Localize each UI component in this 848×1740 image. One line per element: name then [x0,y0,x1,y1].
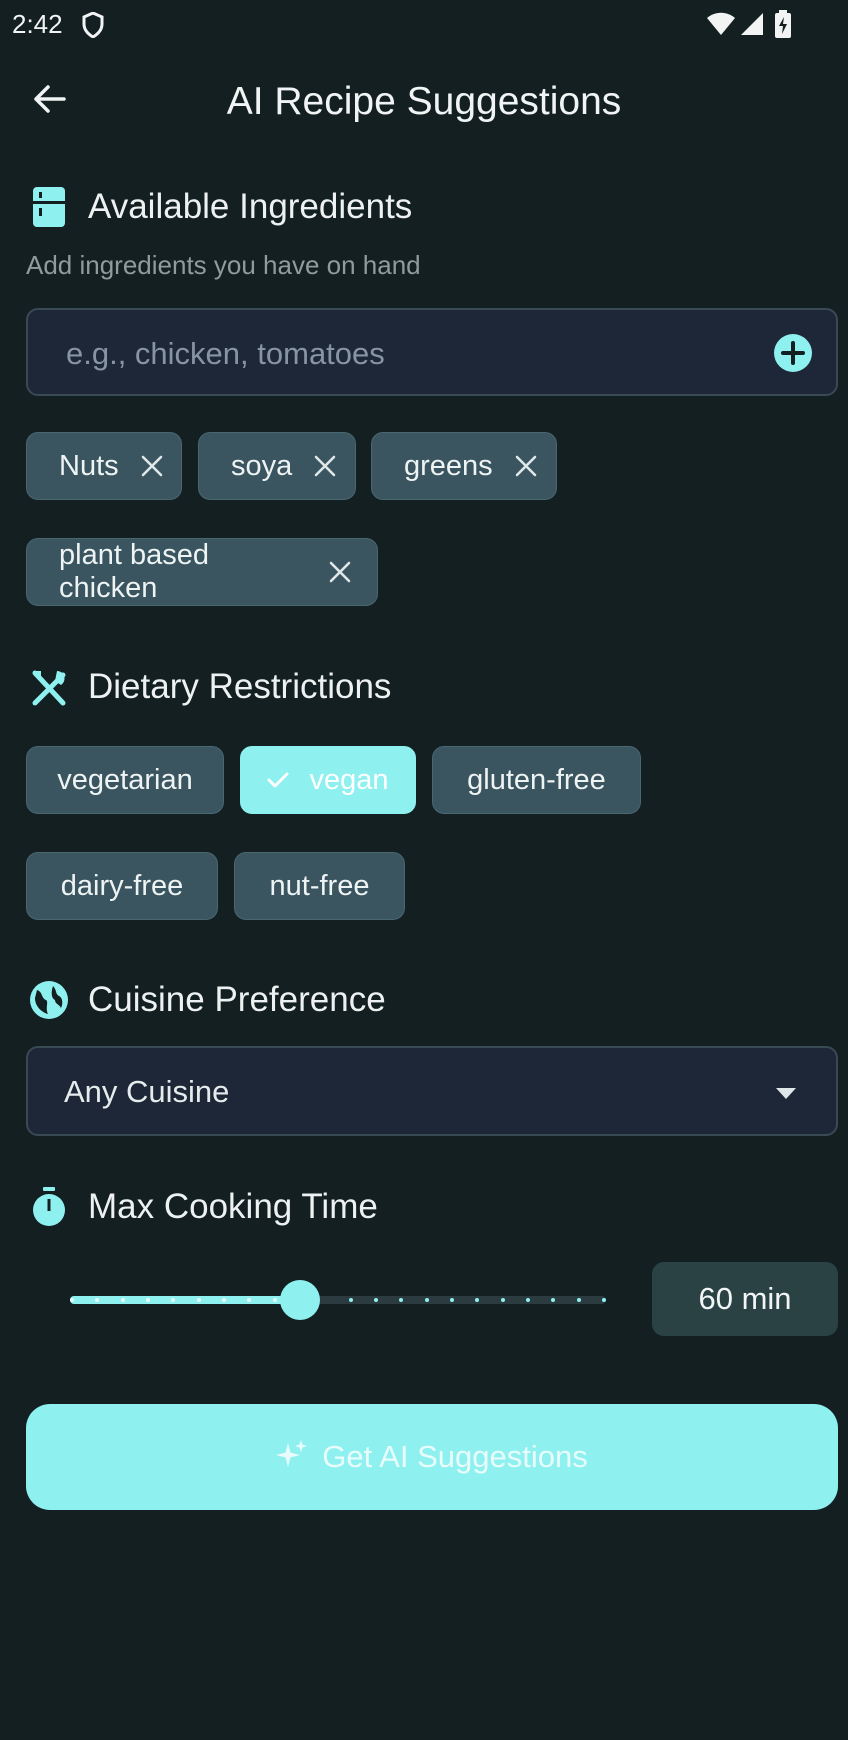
slider-tick [602,1298,606,1302]
ingredient-chip-label: soya [231,449,293,482]
slider-tick [95,1298,99,1302]
dietary-chip-vegan[interactable]: vegan [240,746,416,814]
dietary-chip-label: vegetarian [57,763,193,796]
dropdown-arrow-icon [776,1086,796,1104]
status-time: 2:42 [12,9,63,39]
ingredient-chip-label: plant based chicken [59,539,209,604]
sparkle-icon [276,1439,308,1476]
page-title: AI Recipe Suggestions [226,80,622,123]
cooking-time-section-header: Max Cooking Time [26,1184,378,1230]
globe-icon [26,977,72,1023]
dietary-chip-gluten-free[interactable]: gluten-free [432,746,641,814]
cooking-time-slider[interactable] [70,1280,610,1320]
add-circle-icon [774,341,812,376]
slider-tick [526,1298,530,1302]
slider-tick [121,1298,125,1302]
slider-tick [551,1298,555,1302]
battery-charging-icon [774,10,792,43]
fridge-icon [26,184,72,230]
slider-tick [222,1298,226,1302]
dietary-title: Dietary Restrictions [88,667,392,706]
ingredients-section-header: Available Ingredients [26,184,412,230]
slider-tick [70,1298,74,1302]
ingredient-chip: soya [198,432,356,500]
slider-tick [450,1298,454,1302]
dietary-chip-dairy-free[interactable]: dairy-free [26,852,218,920]
slider-tick [399,1298,403,1302]
wifi-icon [706,12,736,41]
remove-ingredient-close-icon[interactable] [515,453,537,479]
slider-tick [577,1298,581,1302]
add-ingredient-button[interactable] [774,334,812,372]
dietary-chip-label: dairy-free [60,869,184,902]
ingredient-chip: Nuts [26,432,182,500]
slider-tick [247,1298,251,1302]
remove-ingredient-close-icon[interactable] [314,453,336,479]
slider-tick [197,1298,201,1302]
timer-icon [26,1184,72,1230]
slider-tick [501,1298,505,1302]
cuisine-dropdown[interactable]: Any Cuisine [26,1046,838,1136]
slider-tick [425,1298,429,1302]
slider-tick [374,1298,378,1302]
slider-tick [475,1298,479,1302]
slider-tick [171,1298,175,1302]
ingredient-input[interactable] [64,330,728,378]
dietary-chip-label: gluten-free [467,763,606,796]
dietary-chip-label: nut-free [269,869,370,902]
status-bar: 2:42 [0,0,848,50]
dietary-section-header: Dietary Restrictions [26,664,391,710]
app-bar: AI Recipe Suggestions [0,50,848,150]
get-ai-suggestions-button[interactable]: Get AI Suggestions [26,1404,838,1510]
slider-tick [146,1298,150,1302]
get-ai-suggestions-label: Get AI Suggestions [322,1439,588,1474]
cooking-time-title: Max Cooking Time [88,1187,378,1226]
cooking-time-value: 60 min [652,1262,838,1336]
check-icon [267,771,289,789]
ingredient-input-field[interactable] [26,308,838,396]
shield-icon [82,11,104,43]
cuisine-title: Cuisine Preference [88,980,386,1019]
dietary-chip-nut-free[interactable]: nut-free [234,852,405,920]
cuisine-selected-value: Any Cuisine [64,1074,230,1109]
dietary-chip-label: vegan [309,763,389,796]
slider-tick [273,1298,277,1302]
remove-ingredient-close-icon[interactable] [328,559,353,585]
cuisine-section-header: Cuisine Preference [26,977,386,1023]
slider-thumb[interactable] [280,1280,320,1320]
ingredient-chip: plant based chicken [26,538,378,606]
ingredient-chip-label: Nuts [59,449,119,482]
ingredients-helper-text: Add ingredients you have on hand [26,250,421,280]
dietary-chip-vegetarian[interactable]: vegetarian [26,746,224,814]
ingredient-chip-label: greens [404,449,493,482]
ingredients-title: Available Ingredients [88,187,413,226]
slider-active-track [70,1296,300,1304]
fork-knife-icon [26,664,72,710]
signal-icon [740,12,764,41]
remove-ingredient-close-icon[interactable] [141,453,163,479]
slider-tick [349,1298,353,1302]
ingredient-chip: greens [371,432,557,500]
